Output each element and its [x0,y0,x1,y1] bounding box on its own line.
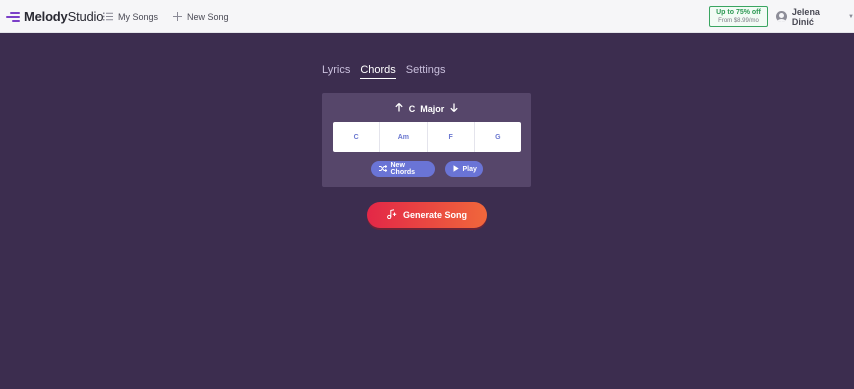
promo-badge[interactable]: Up to 75% off From $8.99/mo [709,6,768,27]
logo-text: MelodyStudio [24,9,103,24]
key-root: C [408,104,416,114]
chord-slot[interactable]: C [333,122,381,152]
nav-my-songs[interactable]: My Songs [103,9,158,24]
arrow-up-icon[interactable] [395,103,403,115]
chord-slot[interactable]: Am [380,122,428,152]
play-icon [453,164,459,174]
chord-progression: C Am F G [333,122,521,152]
generate-song-label: Generate Song [402,210,467,220]
music-note-icon [387,209,397,221]
logo[interactable]: MelodyStudio [6,8,103,25]
play-button[interactable]: Play [444,161,483,177]
new-chords-label: New Chords [390,162,416,176]
nav-new-song[interactable]: New Song [172,9,229,24]
generate-song-button[interactable]: Generate Song [367,202,487,228]
key-selector: C Major [322,103,531,115]
plus-icon [172,12,182,22]
tab-settings[interactable]: Settings [406,63,446,79]
promo-price: From $8.99/mo [718,18,759,24]
logo-text-light: Studio [67,9,104,24]
tab-chords[interactable]: Chords [360,63,396,79]
new-chords-button[interactable]: New Chords [370,161,435,177]
user-menu[interactable]: Jelena Dinić ▼ [776,6,854,27]
chevron-down-icon: ▼ [848,13,854,20]
top-navigation-bar: MelodyStudio My Songs New Song Up to 75%… [0,0,854,33]
nav-my-songs-label: My Songs [118,11,159,22]
key-label: C Major [409,104,445,114]
key-mode: Major [420,104,445,114]
chords-panel: C Major C Am F G New Chords Play [322,93,531,187]
tab-lyrics[interactable]: Lyrics [322,63,350,79]
list-icon [103,12,113,22]
nav-new-song-label: New Song [187,11,229,22]
shuffle-icon [378,164,387,174]
chord-actions: New Chords Play [322,161,531,177]
user-name: Jelena Dinić [791,6,820,27]
arrow-down-icon[interactable] [450,103,458,115]
logo-icon [6,11,20,22]
chord-slot[interactable]: F [428,122,475,152]
avatar-icon [776,11,787,22]
chord-slot[interactable]: G [475,122,521,152]
logo-text-bold: Melody [24,9,68,24]
promo-headline: Up to 75% off [716,9,761,16]
play-label: Play [462,165,477,173]
editor-tabs: Lyrics Chords Settings [322,63,456,79]
